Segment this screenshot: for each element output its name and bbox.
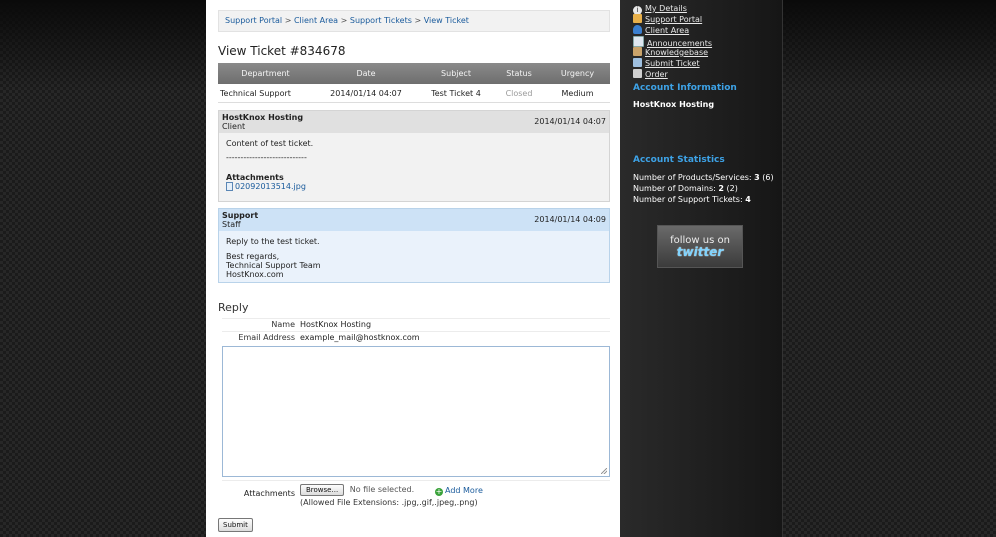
page-title: View Ticket #834678 <box>218 44 346 58</box>
stat-label: Number of Domains: <box>633 184 716 193</box>
sidebar-link-label[interactable]: My Details <box>645 4 687 13</box>
cell-urgency: Medium <box>545 84 610 103</box>
home-icon <box>633 14 642 23</box>
cell-department: Technical Support <box>218 84 313 103</box>
name-label: Name <box>271 320 295 329</box>
breadcrumb-separator: > <box>414 16 422 25</box>
sidebar-item-my-details[interactable]: i My Details <box>633 3 687 15</box>
file-input[interactable]: Browse... No file selected. <box>300 484 414 496</box>
message-text: Content of test ticket. <box>226 139 314 148</box>
message-header: Support Staff 2014/01/14 04:09 <box>219 209 609 231</box>
cart-icon <box>633 69 642 78</box>
sidebar-item-order[interactable]: Order <box>633 69 668 80</box>
header-date: Date <box>313 63 419 84</box>
reply-message-textarea[interactable] <box>222 346 610 477</box>
email-row: Email Address example_mail@hostknox.com <box>222 331 610 344</box>
sidebar-item-announcements[interactable]: Announcements <box>633 36 712 48</box>
message-date: 2014/01/14 04:07 <box>534 117 606 126</box>
signature-line: Technical Support Team <box>226 261 321 270</box>
stat-extra: (2) <box>726 184 738 193</box>
resize-grip-icon[interactable] <box>601 468 607 474</box>
allowed-extensions: (Allowed File Extensions: .jpg,.gif,.jpe… <box>300 498 478 507</box>
sidebar-link-label[interactable]: Client Area <box>645 26 689 35</box>
stats-list: Number of Products/Services: 3 (6) Numbe… <box>633 172 774 205</box>
staff-message: Support Staff 2014/01/14 04:09 Reply to … <box>218 208 610 283</box>
stat-value: 4 <box>745 195 751 204</box>
stat-domains: Number of Domains: 2 (2) <box>633 183 774 194</box>
breadcrumb-support-tickets[interactable]: Support Tickets <box>350 16 412 25</box>
message-body: Content of test ticket. ----------------… <box>219 133 609 197</box>
ticket-info-table: Department Date Subject Status Urgency T… <box>218 63 610 103</box>
breadcrumb-view-ticket[interactable]: View Ticket <box>424 16 469 25</box>
stat-products: Number of Products/Services: 3 (6) <box>633 172 774 183</box>
account-info-heading: Account Information <box>633 83 737 93</box>
breadcrumb-support-portal[interactable]: Support Portal <box>225 16 282 25</box>
message-header: HostKnox Hosting Client 2014/01/14 04:07 <box>219 111 609 133</box>
add-more-label: Add More <box>445 486 483 495</box>
table-header-row: Department Date Subject Status Urgency <box>218 63 610 84</box>
name-row: Name HostKnox Hosting <box>222 318 610 331</box>
attachment-link[interactable]: 02092013514.jpg <box>235 182 306 191</box>
signature-line: HostKnox.com <box>226 270 284 279</box>
sidebar-link-label[interactable]: Support Portal <box>645 15 702 24</box>
main-content: Support Portal > Client Area > Support T… <box>206 0 620 537</box>
stat-label: Number of Support Tickets: <box>633 195 743 204</box>
header-subject: Subject <box>419 63 493 84</box>
attachment-link-row: 02092013514.jpg <box>226 182 602 191</box>
client-message: HostKnox Hosting Client 2014/01/14 04:07… <box>218 110 610 202</box>
sidebar-link-label[interactable]: Knowledgebase <box>645 48 708 57</box>
ticket-icon <box>633 58 642 67</box>
file-icon <box>226 182 233 191</box>
header-urgency: Urgency <box>545 63 610 84</box>
sidebar: i My Details Support Portal Client Area A… <box>620 0 783 537</box>
account-stats-heading: Account Statistics <box>633 155 725 165</box>
name-value: HostKnox Hosting <box>300 320 372 329</box>
breadcrumb-separator: > <box>340 16 348 25</box>
newspaper-icon <box>633 36 644 47</box>
stat-tickets: Number of Support Tickets: 4 <box>633 194 774 205</box>
attachments-label: Attachments <box>226 173 284 182</box>
cell-status: Closed <box>493 84 545 103</box>
stat-extra: (6) <box>762 173 774 182</box>
account-name: HostKnox Hosting <box>633 100 715 109</box>
sidebar-link-label[interactable]: Order <box>645 70 668 79</box>
stat-value: 3 <box>754 173 760 182</box>
sidebar-item-knowledgebase[interactable]: Knowledgebase <box>633 47 708 58</box>
header-status: Status <box>493 63 545 84</box>
reply-title: Reply <box>218 301 249 314</box>
message-date: 2014/01/14 04:09 <box>534 215 606 224</box>
message-divider: ---------------------------- <box>226 153 307 162</box>
breadcrumb-separator: > <box>284 16 292 25</box>
breadcrumb: Support Portal > Client Area > Support T… <box>218 10 610 32</box>
cell-subject: Test Ticket 4 <box>419 84 493 103</box>
add-more-link[interactable]: + Add More <box>435 486 483 496</box>
add-icon: + <box>435 487 443 496</box>
book-icon <box>633 47 642 56</box>
sidebar-item-client-area[interactable]: Client Area <box>633 25 689 36</box>
email-label: Email Address <box>238 333 295 342</box>
twitter-logo: twitter <box>676 245 724 259</box>
twitter-follow-button[interactable]: follow us on twitter <box>657 225 743 268</box>
stat-value: 2 <box>718 184 724 193</box>
email-value: example_mail@hostknox.com <box>300 333 420 342</box>
user-icon <box>633 25 642 34</box>
reply-attachments-label: Attachments <box>243 489 295 498</box>
cell-date: 2014/01/14 04:07 <box>313 84 419 103</box>
message-body: Reply to the test ticket. Best regards, … <box>219 231 609 285</box>
submit-button[interactable]: Submit <box>218 518 253 532</box>
reply-attachments-row: Attachments Browse... No file selected. … <box>222 480 610 509</box>
signature-line: Best regards, <box>226 252 280 261</box>
table-row: Technical Support 2014/01/14 04:07 Test … <box>218 84 610 103</box>
message-text: Reply to the test ticket. <box>226 237 320 246</box>
no-file-text: No file selected. <box>349 485 415 494</box>
breadcrumb-client-area[interactable]: Client Area <box>294 16 338 25</box>
stat-label: Number of Products/Services: <box>633 173 752 182</box>
sidebar-link-label[interactable]: Submit Ticket <box>645 59 700 68</box>
header-department: Department <box>218 63 313 84</box>
browse-button[interactable]: Browse... <box>300 484 345 496</box>
sidebar-item-support-portal[interactable]: Support Portal <box>633 14 702 25</box>
sidebar-item-submit-ticket[interactable]: Submit Ticket <box>633 58 700 69</box>
